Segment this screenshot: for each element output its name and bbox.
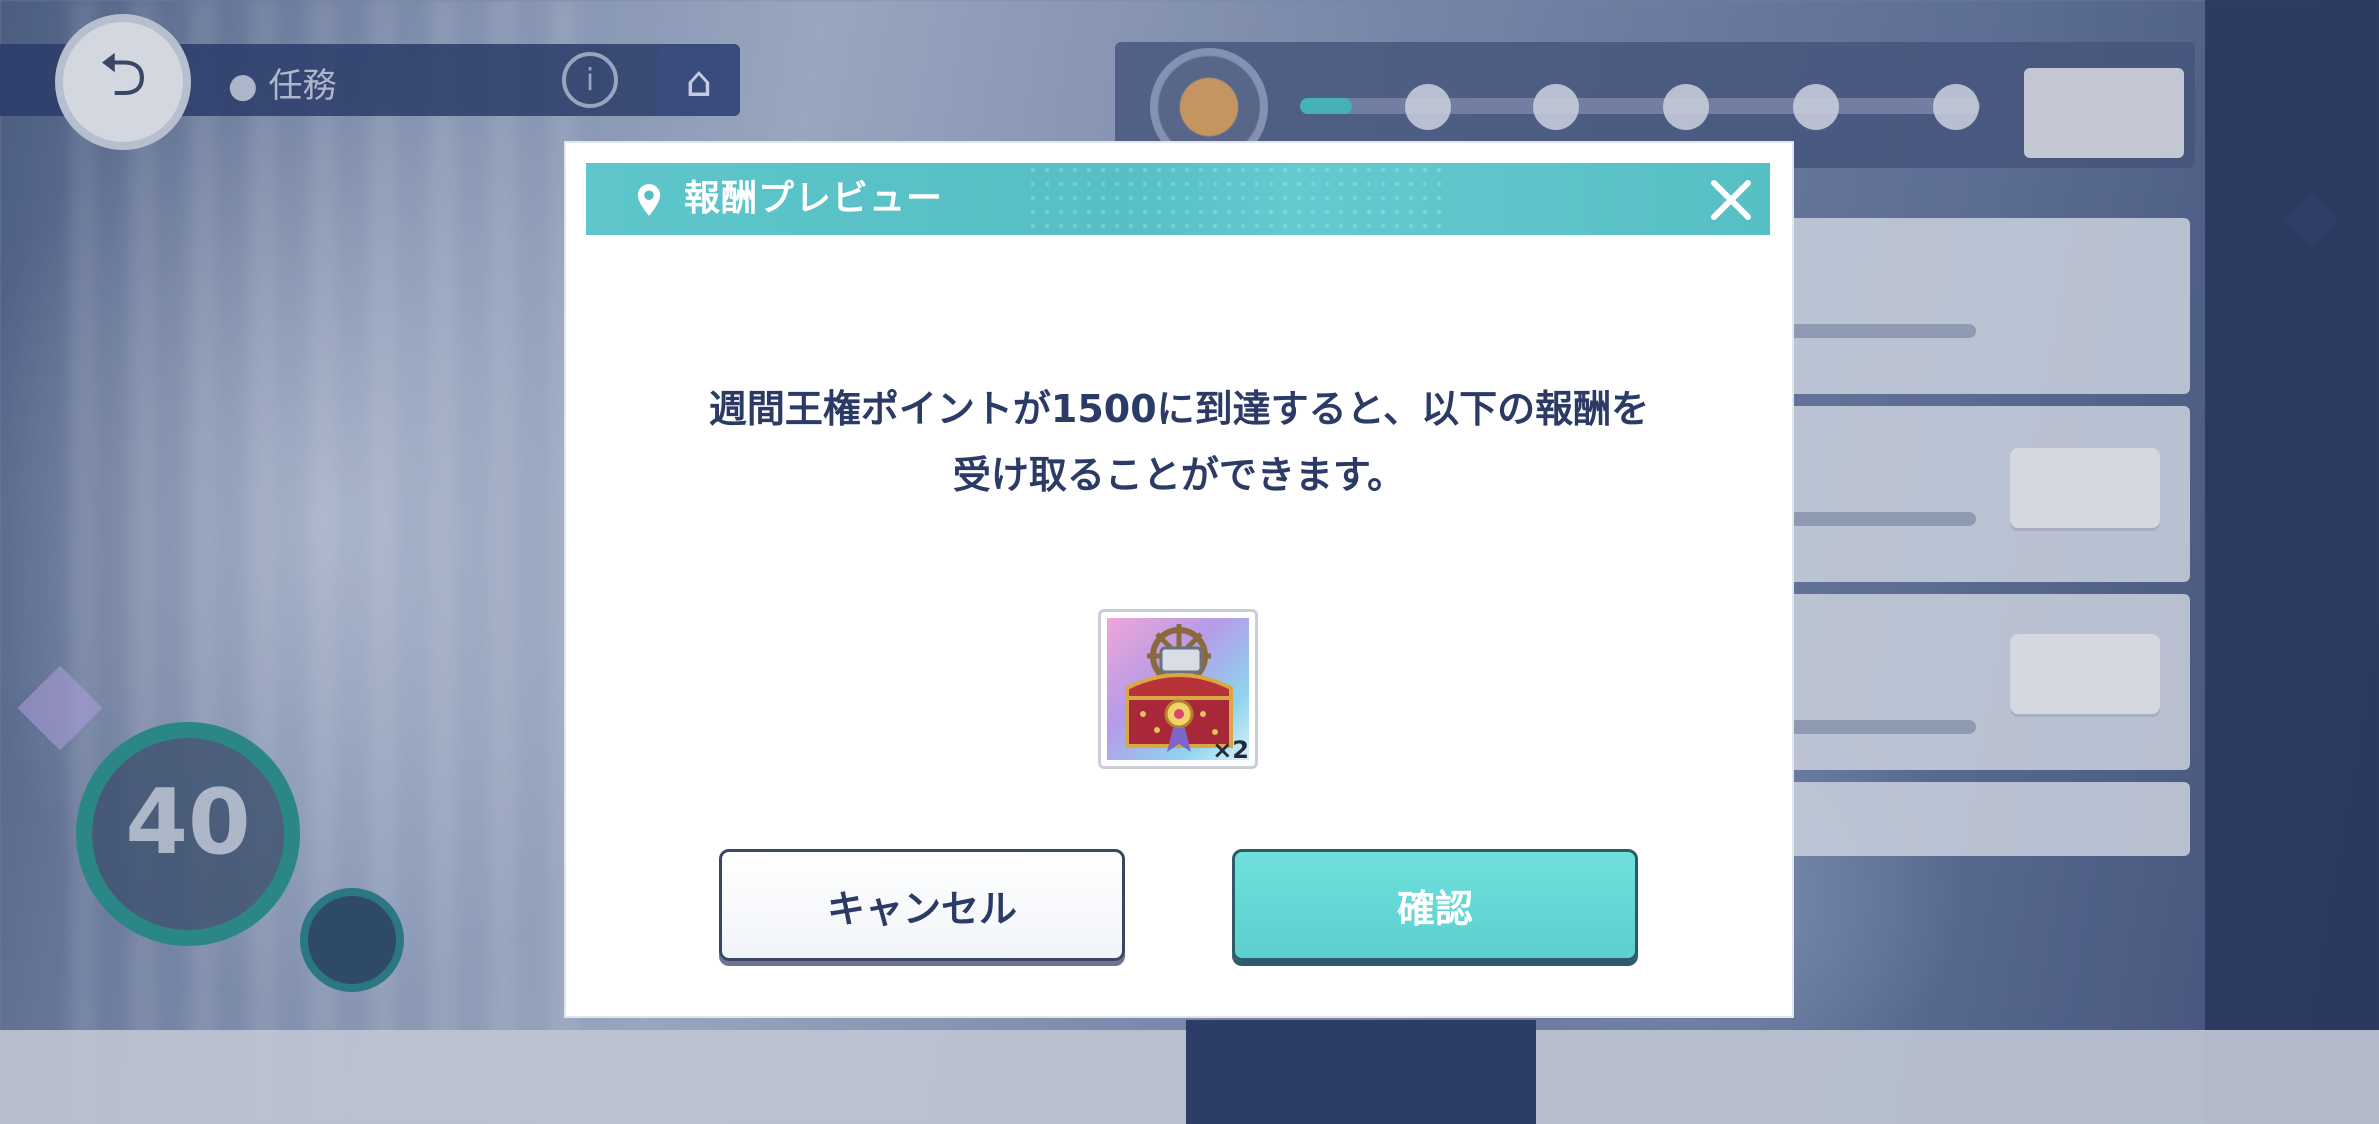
confirm-button[interactable]: 確認	[1232, 849, 1638, 961]
dialog-message: 週間王権ポイントが1500に到達すると、以下の報酬を 受け取ることができます。	[566, 376, 1792, 508]
reward-item[interactable]: ×2	[1098, 609, 1258, 769]
reward-preview-dialog: 報酬プレビュー 週間王権ポイントが1500に到達すると、以下の報酬を 受け取るこ…	[566, 143, 1792, 1016]
header-pattern	[1026, 163, 1446, 235]
message-line: 受け取ることができます。	[952, 453, 1406, 497]
close-icon[interactable]	[1706, 175, 1756, 225]
message-line: 週間王権ポイントが1500に到達すると、以下の報酬を	[708, 387, 1650, 431]
reward-count: ×2	[1212, 736, 1249, 764]
location-pin-icon	[637, 184, 661, 216]
cancel-button[interactable]: キャンセル	[719, 849, 1125, 961]
dialog-title: 報酬プレビュー	[684, 178, 944, 219]
dialog-header: 報酬プレビュー	[586, 163, 1770, 235]
